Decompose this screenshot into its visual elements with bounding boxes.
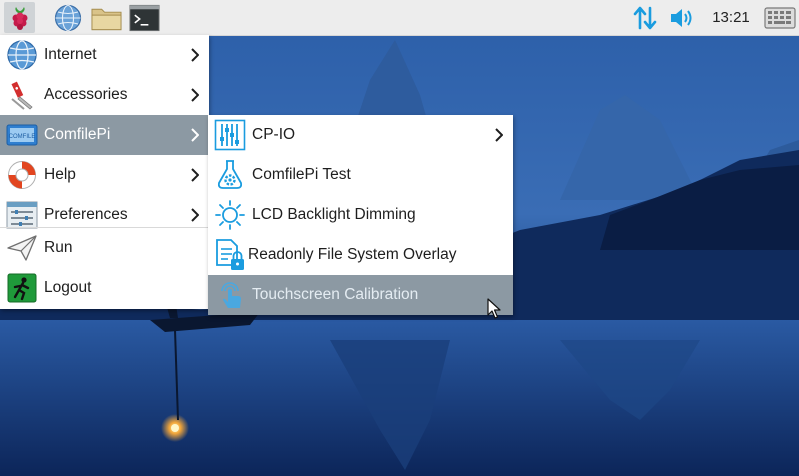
volume-button[interactable] xyxy=(667,2,698,33)
sun-icon xyxy=(215,200,245,230)
help-lifebuoy-icon xyxy=(8,161,36,189)
sliders-icon xyxy=(214,119,246,151)
submenu-item-label: Readonly File System Overlay xyxy=(248,246,457,263)
chevron-right-icon xyxy=(191,208,199,222)
web-browser-icon xyxy=(54,4,81,31)
menu-item-comfilepi[interactable]: COMFILE ComfilePi xyxy=(0,115,209,155)
chevron-right-icon xyxy=(191,168,199,182)
menu-item-label: Accessories xyxy=(44,86,128,103)
menu-item-label: Preferences xyxy=(44,206,128,223)
submenu-item-cp-io[interactable]: CP-IO xyxy=(208,115,513,155)
comfilepi-icon: COMFILE xyxy=(6,124,38,146)
submenu-item-comfilepi-test[interactable]: ComfilePi Test xyxy=(208,155,513,195)
submenu-item-lcd-backlight-dimming[interactable]: LCD Backlight Dimming xyxy=(208,195,513,235)
svg-text:COMFILE: COMFILE xyxy=(9,134,36,140)
globe-icon xyxy=(7,40,37,70)
submenu-item-label: LCD Backlight Dimming xyxy=(252,206,416,223)
taskbar: 13:21 xyxy=(0,0,799,36)
file-manager-button[interactable] xyxy=(91,2,122,33)
chevron-right-icon xyxy=(191,88,199,102)
menu-item-help[interactable]: Help xyxy=(0,155,209,195)
paper-plane-icon xyxy=(7,235,37,261)
raspberry-icon xyxy=(12,6,27,30)
chevron-right-icon xyxy=(191,48,199,62)
menu-item-label: Logout xyxy=(44,279,92,296)
menu-item-label: ComfilePi xyxy=(44,126,111,143)
chevron-right-icon xyxy=(495,128,503,142)
flask-gear-icon xyxy=(217,160,243,189)
web-browser-button[interactable] xyxy=(52,2,83,33)
keyboard-icon xyxy=(764,6,796,29)
submenu-item-label: Touchscreen Calibration xyxy=(252,286,419,303)
clock[interactable]: 13:21 xyxy=(706,0,756,35)
comfilepi-submenu: CP-IO ComfilePi Test LCD Backlight Dimmi… xyxy=(208,115,513,315)
terminal-button[interactable] xyxy=(129,2,160,33)
raspberry-menu-button[interactable] xyxy=(4,2,35,33)
menu-item-label: Help xyxy=(44,166,76,183)
exit-icon xyxy=(7,273,37,303)
menu-item-label: Run xyxy=(44,239,73,256)
submenu-item-touchscreen-calibration[interactable]: Touchscreen Calibration xyxy=(208,275,513,315)
menu-item-label: Internet xyxy=(44,46,97,63)
file-manager-icon xyxy=(91,8,122,30)
accessories-icon xyxy=(11,81,33,110)
locked-document-icon xyxy=(216,239,244,270)
terminal-icon xyxy=(129,4,160,31)
submenu-item-readonly-file-system-overlay[interactable]: Readonly File System Overlay xyxy=(208,235,513,275)
menu-item-accessories[interactable]: Accessories xyxy=(0,75,209,115)
network-button[interactable] xyxy=(629,2,660,33)
touch-hand-icon xyxy=(221,282,241,308)
volume-icon xyxy=(670,8,691,27)
menu-item-run[interactable]: Run xyxy=(0,228,209,268)
chevron-right-icon xyxy=(191,128,199,142)
application-menu: Internet Accessories COMFILE ComfilePi H… xyxy=(0,35,209,309)
mouse-cursor-icon xyxy=(487,298,501,319)
submenu-item-label: CP-IO xyxy=(252,126,296,143)
virtual-keyboard-button[interactable] xyxy=(763,2,797,33)
menu-item-internet[interactable]: Internet xyxy=(0,35,209,75)
submenu-item-label: ComfilePi Test xyxy=(252,166,351,183)
menu-item-logout[interactable]: Logout xyxy=(0,268,209,308)
network-icon xyxy=(633,6,656,29)
